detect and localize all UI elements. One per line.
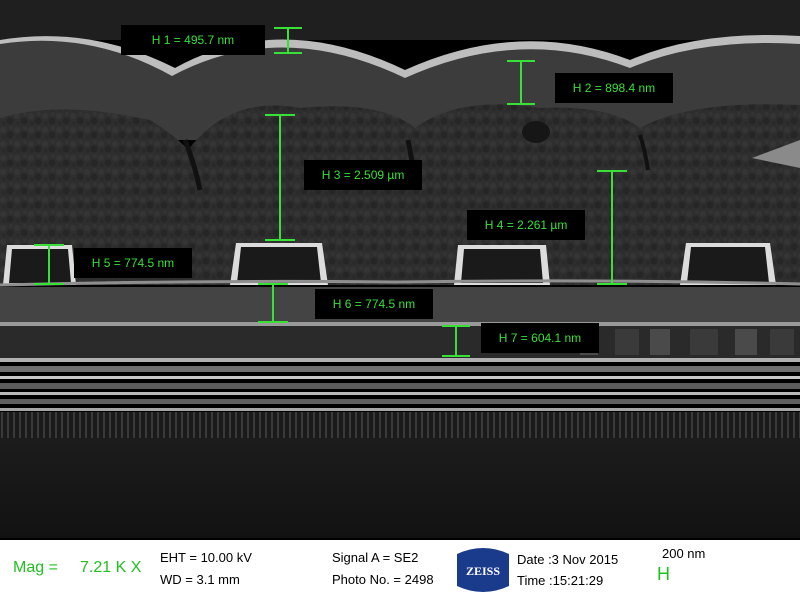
measurement-label-h4: H 4 = 2.261 µm	[467, 210, 585, 240]
measurement-label-h7: H 7 = 604.1 nm	[481, 323, 599, 353]
signal-value: Signal A = SE2	[332, 550, 419, 565]
wd-value: WD = 3.1 mm	[160, 572, 240, 587]
scale-bar-icon: H	[657, 564, 670, 584]
metal-stack	[0, 358, 800, 411]
dielectric-boundary	[0, 322, 800, 326]
pad-2	[230, 243, 328, 285]
upper-interconnect	[0, 326, 800, 358]
void-defect	[522, 121, 550, 143]
capture-date: Date :3 Nov 2015	[517, 552, 619, 567]
pad-3	[454, 245, 550, 285]
scale-bar-text: 200 nm	[662, 546, 706, 561]
zeiss-logo-text: ZEISS	[466, 564, 500, 578]
substrate	[0, 438, 800, 538]
mag-label: Mag =	[13, 559, 58, 576]
measurement-label-h5: H 5 = 774.5 nm	[74, 248, 192, 278]
photo-number: Photo No. = 2498	[332, 572, 434, 587]
eht-value: EHT = 10.00 kV	[160, 550, 252, 565]
measurement-label-h3: H 3 = 2.509 µm	[304, 160, 422, 190]
mag-value: 7.21 K X	[80, 559, 142, 576]
capture-time: Time :15:21:29	[517, 573, 604, 588]
device-row	[0, 412, 800, 438]
background-top	[0, 0, 800, 40]
pad-1	[3, 245, 76, 285]
measurement-label-h1: H 1 = 495.7 nm	[121, 25, 265, 55]
sem-image-viewport: H 1 = 495.7 nm H 2 = 898.4 nm H 3 = 2.50…	[0, 0, 800, 538]
sem-info-bar: Mag = 7.21 K X EHT = 10.00 kV WD = 3.1 m…	[0, 538, 800, 600]
zeiss-logo: ZEISS	[457, 546, 509, 594]
measurement-label-h2: H 2 = 898.4 nm	[555, 73, 673, 103]
measurement-label-h6: H 6 = 774.5 nm	[315, 289, 433, 319]
pad-4	[680, 243, 776, 285]
